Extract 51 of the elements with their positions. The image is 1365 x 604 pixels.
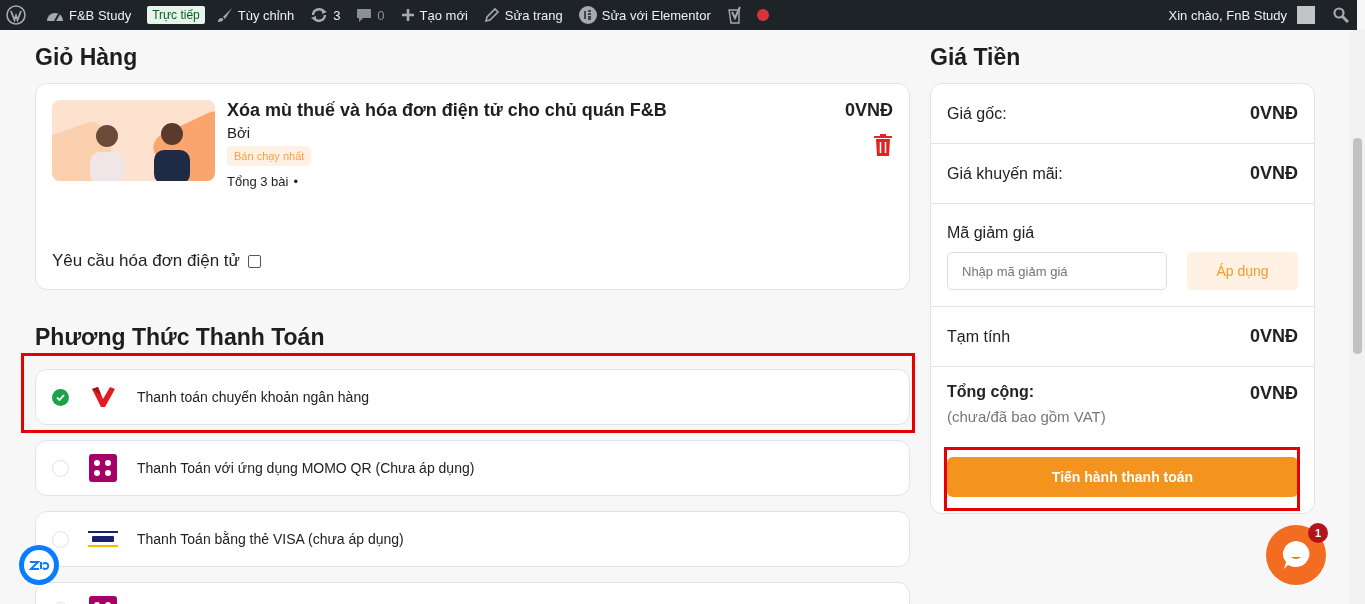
coupon-field[interactable]: Nhập mã giảm giá [947, 252, 1167, 290]
price-value: 0VNĐ [1250, 163, 1298, 184]
menu-link[interactable]: 3 [333, 7, 341, 23]
price-value: 0VNĐ [1250, 103, 1298, 124]
author-text: Bởi [227, 124, 252, 141]
chat-bubble-icon[interactable] [19, 545, 59, 585]
scrollbar[interactable] [1350, 30, 1365, 604]
vat-note: (chưa/đã bao gồm VAT) [947, 408, 1107, 425]
chat-button[interactable]: 1 [1266, 525, 1326, 585]
radio-button[interactable] [52, 388, 69, 406]
bestseller-tag: Bán chạy nhất [227, 146, 312, 166]
refresh-icon[interactable] [310, 7, 329, 23]
payment-option[interactable]: Thanh toán chuyển khoản ngân hàng [35, 369, 910, 425]
menu-link[interactable]: Tùy chỉnh [237, 7, 295, 23]
lesson-count: Tổng 3 bài [227, 174, 289, 189]
menu-link[interactable]: Sửa với Elementor [601, 7, 711, 23]
menu-link[interactable]: Tạo mới [419, 7, 468, 23]
total-value: 0VNĐ [1250, 383, 1298, 404]
radio-button[interactable] [52, 530, 69, 548]
trash-icon[interactable] [873, 133, 893, 157]
wordpress-logo-icon[interactable] [6, 5, 26, 25]
notification-badge: 1 [1308, 523, 1328, 543]
status-dot-icon[interactable] [756, 9, 769, 21]
invoice-label: Yêu cầu hóa đơn điện tử [52, 251, 240, 271]
momo-logo-icon [87, 454, 119, 482]
total-label: Tổng cộng: [947, 383, 1035, 402]
item-price: 0VNĐ [845, 100, 893, 121]
price-label: Giá gốc: [947, 104, 1007, 123]
live-badge: Trực tiếp [147, 6, 205, 24]
plus-icon[interactable] [400, 8, 415, 22]
radio-button[interactable] [52, 459, 69, 477]
menu-link[interactable]: 0 [377, 7, 385, 23]
payment-option[interactable]: Thanh Toán với ứng dụng MOMO QR (Chưa áp dụng) [35, 440, 910, 496]
coupon-label: Mã giảm giá [947, 224, 1036, 242]
course-title[interactable]: Xóa mù thuế và hóa đơn điện tử cho chủ quán F&B [227, 100, 833, 121]
invoice-checkbox[interactable] [247, 254, 261, 268]
menu-link[interactable]: F&B Study [69, 7, 132, 23]
section-title: Phương Thức Thanh Toán [35, 324, 326, 351]
price-label: Giá khuyến mãi: [947, 164, 1063, 183]
bullet-text: • [293, 174, 298, 189]
speech-bubble-icon [1280, 540, 1312, 570]
comment-icon[interactable] [356, 7, 373, 23]
payment-option[interactable]: Thanh Toán bằng thẻ VISA (chưa áp dụng) [35, 511, 910, 567]
section-title: Giỏ Hàng [35, 44, 139, 71]
menu-link[interactable]: Sửa trang [504, 7, 563, 23]
search-icon[interactable] [1333, 7, 1349, 23]
price-value: 0VNĐ [1250, 326, 1298, 347]
greeting-link[interactable]: Xin chào, FnB Study [1168, 7, 1287, 23]
section-title: Giá Tiền [930, 44, 1022, 71]
pencil-icon[interactable] [483, 7, 500, 23]
price-label: Tạm tính [947, 327, 1011, 346]
